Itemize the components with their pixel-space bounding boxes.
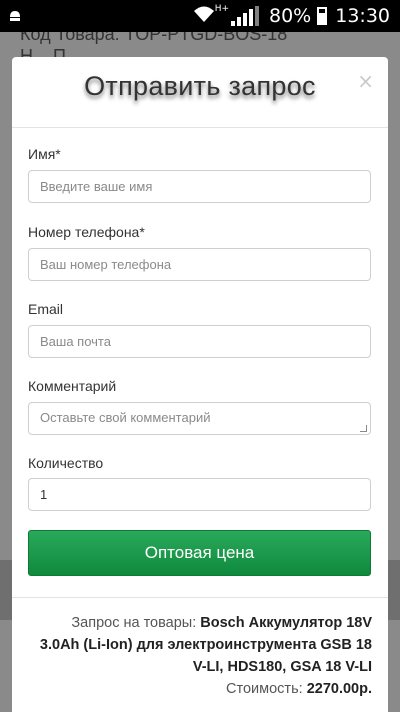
email-label: Email xyxy=(28,301,64,317)
network-type: H+ xyxy=(214,4,229,14)
name-input[interactable] xyxy=(28,170,371,203)
quantity-label: Количество xyxy=(28,455,104,471)
modal-header: Отправить запрос × xyxy=(12,57,388,128)
battery-percent: 80% xyxy=(269,5,312,27)
wifi-icon xyxy=(193,5,215,28)
price-label: Стоимость: xyxy=(226,681,307,697)
resize-handle-icon[interactable] xyxy=(360,425,367,432)
request-modal: Отправить запрос × Имя* Номер телефона* … xyxy=(12,57,388,712)
wholesale-price-button[interactable]: Оптовая цена xyxy=(28,530,371,576)
name-label: Имя* xyxy=(28,146,61,162)
clock: 13:30 xyxy=(335,5,390,27)
battery-icon xyxy=(317,7,328,25)
signal-icon xyxy=(231,6,259,26)
status-bar: H+ 80% 13:30 xyxy=(0,0,400,32)
modal-footer: Запрос на товары: Bosch Аккумулятор 18V … xyxy=(12,597,388,712)
comment-label: Комментарий xyxy=(28,378,117,394)
comment-wrapper xyxy=(28,402,371,435)
email-input[interactable] xyxy=(28,325,371,358)
comment-textarea[interactable] xyxy=(28,402,371,435)
android-notification-icon xyxy=(8,6,22,28)
request-prefix: Запрос на товары: xyxy=(71,615,201,631)
quantity-input[interactable] xyxy=(28,478,371,511)
close-icon[interactable]: × xyxy=(357,69,374,93)
phone-label: Номер телефона* xyxy=(28,224,145,240)
modal-title: Отправить запрос xyxy=(84,71,316,101)
price-value: 2270.00р. xyxy=(306,681,372,697)
phone-input[interactable] xyxy=(28,248,371,281)
